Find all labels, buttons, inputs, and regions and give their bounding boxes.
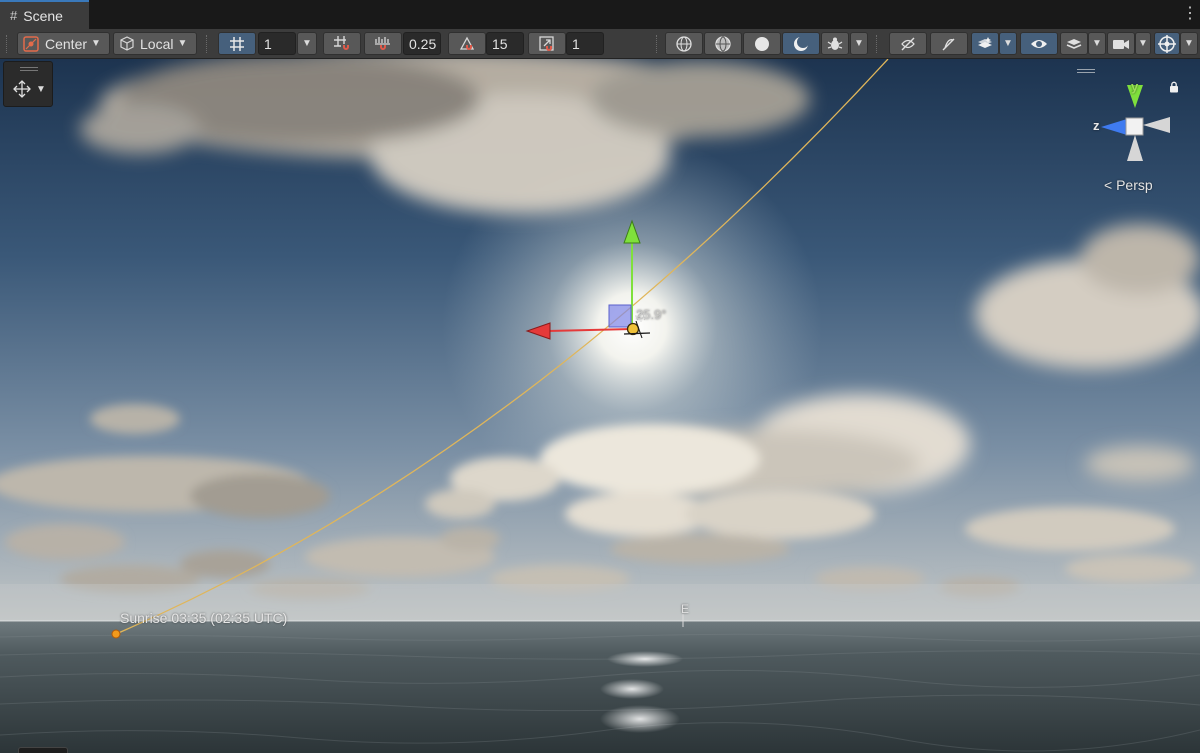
camera-icon [1113,39,1129,49]
more-options-icon[interactable]: ⋮ [1182,6,1198,22]
pivot-mode-label: Center [45,35,88,52]
grid-size-field[interactable]: 1 [258,32,296,55]
effects-layers-icon [978,36,992,48]
increment-snap-icon [375,36,390,50]
toolbar-grip [6,35,8,53]
grid-icon: # [10,8,18,23]
tab-scene[interactable]: # Scene [0,0,89,29]
chevron-down-icon: ▼ [1184,38,1194,49]
pivot-rotation-label: Local [140,35,174,52]
scale-snap-value-field[interactable]: 1 [566,32,604,55]
move-tool-button[interactable]: ▼ [8,76,50,102]
gizmo-grip[interactable] [1077,69,1095,73]
pivot-mode-dropdown[interactable]: Center ▼ [17,32,110,55]
chevron-down-icon: ▼ [854,38,864,49]
sun-angle-label: 25.9° [636,307,667,322]
grid-snap-value-field[interactable]: 0.25 [403,32,441,55]
gizmo-z-cone [1101,119,1127,135]
scene-effects-dropdown[interactable]: ▼ [999,32,1017,55]
shaded-sphere-icon [755,36,769,51]
layers-icon [1066,38,1082,49]
chevron-down-icon: ▼ [1092,38,1102,49]
tab-bar: # Scene ⋮ [0,0,1200,29]
move-tool-icon [13,80,31,98]
scene-effects-button[interactable] [971,32,999,55]
chevron-down-icon: ▼ [91,38,101,49]
chevron-down-icon: ▼ [1003,38,1013,49]
scene-toolbar: Center ▼ Local ▼ 1 ▼ 0.25 15 1 ▼ ▼ ▼ ▼ ▼ [0,29,1200,59]
shaded-wireframe-sphere-icon [715,35,731,52]
chevron-down-icon: ▼ [1138,38,1148,49]
toolbar-separator [876,35,878,53]
shaded-wireframe-button[interactable] [704,32,742,55]
wireframe-sphere-icon [676,35,692,52]
grid-snap-icon [334,35,349,50]
overlay-grip[interactable] [20,67,38,71]
chevron-down-icon: ▼ [302,38,312,49]
scale-snap-icon [539,35,554,51]
lit-shading-button[interactable] [782,32,820,55]
sunrise-marker [111,629,121,639]
scene-camera-dropdown[interactable]: ▼ [1135,32,1151,55]
gizmos-icon [1158,34,1176,53]
scene-lighting-button[interactable] [930,32,968,55]
layers-dropdown[interactable]: ▼ [1088,32,1106,55]
tab-label: Scene [23,7,63,24]
bug-icon [827,37,843,50]
pivot-rotation-dropdown[interactable]: Local ▼ [113,32,197,55]
eye-icon [1031,39,1047,48]
gizmos-button[interactable] [1154,32,1180,55]
grid-options-dropdown[interactable]: ▼ [297,32,317,55]
gizmo-z-label: z [1093,118,1100,133]
pivot-center-icon [23,35,39,52]
scene-visibility-button[interactable] [1020,32,1058,55]
rotation-snap-icon [459,36,475,50]
gizmo-x-cone [1143,117,1170,133]
lit-sphere-icon [794,35,809,51]
debug-draw-mode-button[interactable] [821,32,849,55]
gizmo-center-cube [1125,117,1144,136]
local-cube-icon [120,35,134,51]
grid-icon [230,36,244,51]
overlay-tab-stub[interactable] [18,747,68,753]
lighting-off-icon [942,38,955,50]
toolbar-separator [656,35,658,53]
projection-toggle[interactable]: < Persp [1104,177,1153,193]
scene-render [0,59,1200,753]
gizmos-dropdown[interactable]: ▼ [1180,32,1198,55]
scene-viewport[interactable]: Sunrise 03:35 (02:35 UTC) 25.9° E ▼ y z … [0,59,1200,753]
tools-overlay: ▼ [3,61,53,107]
compass-east-label: E [681,602,690,616]
grid-toggle-button[interactable] [218,32,256,55]
shaded-button[interactable] [743,32,781,55]
scene-camera-button[interactable] [1107,32,1135,55]
chevron-left-icon: < [1104,177,1113,193]
chevron-down-icon: ▼ [36,83,46,95]
increment-snap-button[interactable] [364,32,402,55]
rotation-snap-button[interactable] [448,32,486,55]
grid-snap-button[interactable] [323,32,361,55]
toolbar-separator [206,35,208,53]
chevron-down-icon: ▼ [177,38,188,49]
gizmo-y-label: y [1131,79,1139,94]
rotation-snap-value-field[interactable]: 15 [486,32,524,55]
scale-snap-button[interactable] [528,32,566,55]
projection-label: Persp [1116,177,1153,193]
debug-draw-mode-dropdown[interactable]: ▼ [850,32,868,55]
wireframe-shading-button[interactable] [665,32,703,55]
layers-button[interactable] [1060,32,1088,55]
sunrise-label: Sunrise 03:35 (02:35 UTC) [120,610,288,626]
gizmo-neg-y-cone [1127,135,1143,161]
2d-view-icon [901,37,915,50]
toggle-2d-button[interactable] [889,32,927,55]
